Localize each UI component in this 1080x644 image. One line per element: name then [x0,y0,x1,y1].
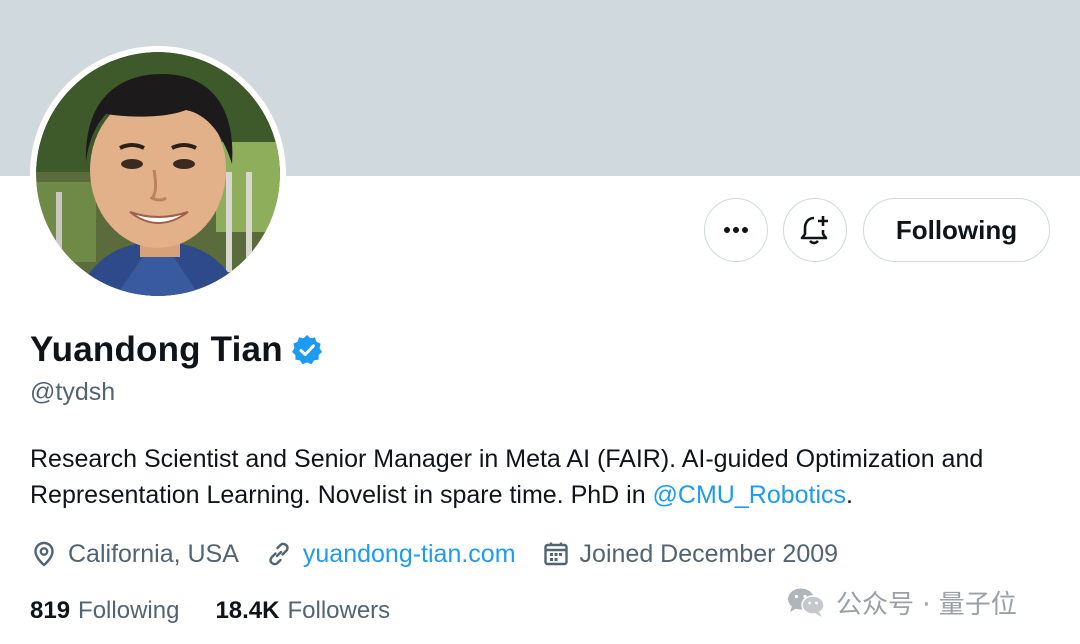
following-count: 819 [30,597,71,624]
user-handle: @tydsh [30,378,116,406]
calendar-icon [543,542,568,566]
joined-text: Joined December 2009 [579,539,839,568]
profile-bio: Research Scientist and Senior Manager in… [30,441,1040,513]
watermark-text: 公众号 · 量子位 [836,589,1017,620]
avatar[interactable] [36,52,280,296]
watermark: 公众号 · 量子位 [786,584,1017,620]
followers-stat[interactable]: 18.4K Followers [215,597,390,625]
notifications-button[interactable] [783,198,847,262]
location-item: California, USA [30,540,239,569]
location-text: California, USA [68,539,239,568]
display-name: Yuandong Tian [30,330,283,369]
following-button-label: Following [895,214,1018,245]
following-stat-label: Following [78,597,180,624]
bell-plus-icon [800,216,828,245]
more-button[interactable] [704,198,768,262]
following-stat[interactable]: 819 Following [30,597,179,625]
following-button[interactable]: Following [863,198,1050,262]
wechat-icon [788,588,825,617]
link-icon [269,542,289,566]
more-icon [724,227,748,233]
website-link[interactable]: yuandong-tian.com [303,540,516,569]
bio-mention-link[interactable]: @CMU_Robotics [653,481,846,509]
profile-meta: California, USA yuandong-tian.com Joined [30,536,864,572]
follow-stats: 819 Following 18.4K Followers [30,594,426,628]
website-item: yuandong-tian.com [265,540,516,569]
followers-count: 18.4K [215,597,280,624]
joined-item: Joined December 2009 [542,539,839,569]
name-row: Yuandong Tian [30,328,323,372]
bio-suffix: . [846,481,853,509]
avatar-ring [30,46,286,302]
verified-badge-icon[interactable] [291,334,323,366]
followers-stat-label: Followers [287,597,391,624]
profile-page: Following Yuandong Tian @tydsh Research … [0,0,1080,644]
location-pin-icon [34,541,54,567]
